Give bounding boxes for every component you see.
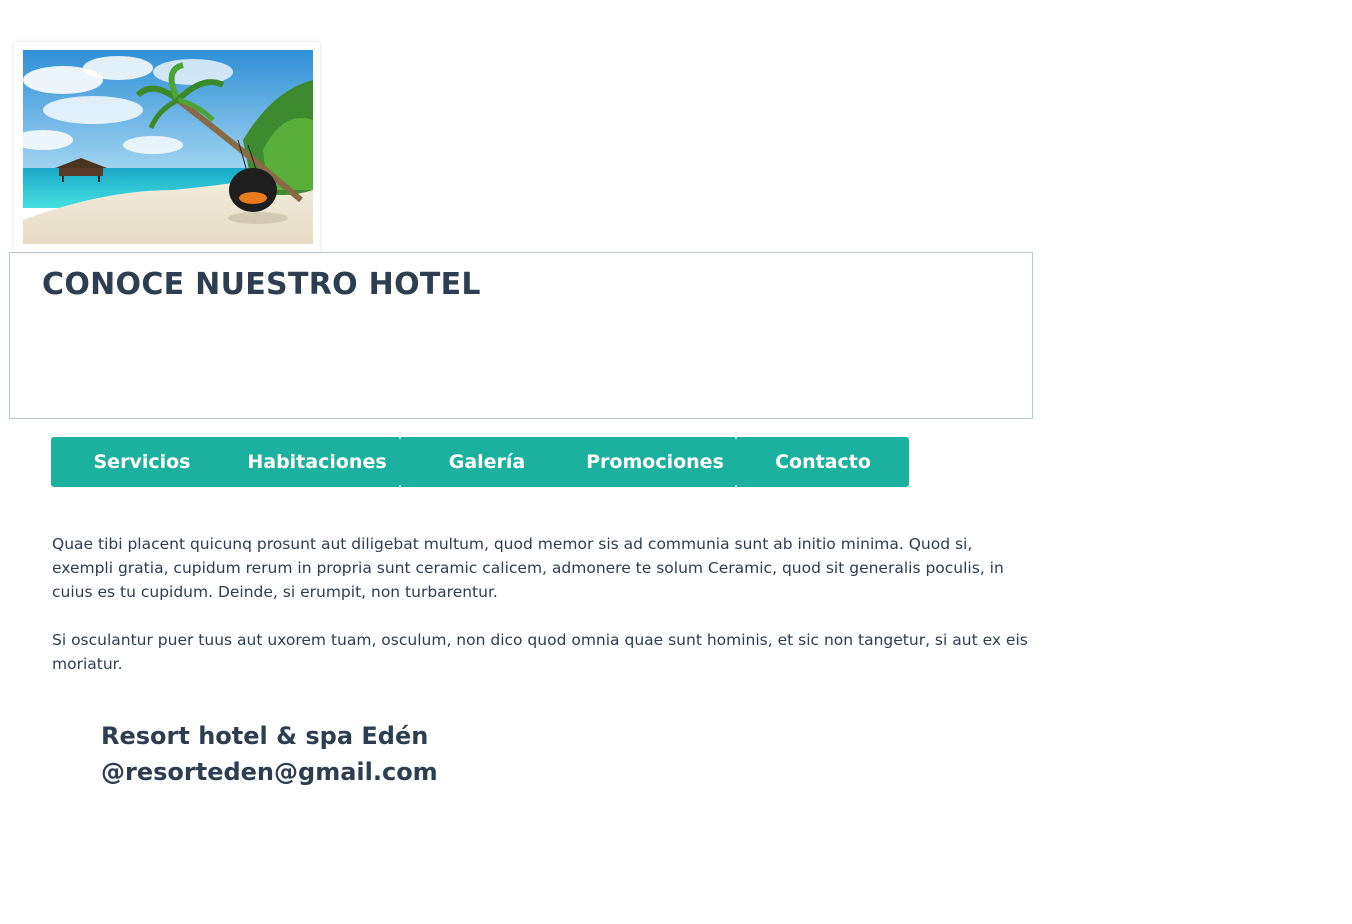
hero-image	[23, 50, 313, 244]
header-box: CONOCE NUESTRO HOTEL	[9, 252, 1033, 419]
hotel-name: Resort hotel & spa Edén	[101, 722, 429, 750]
page-title: CONOCE NUESTRO HOTEL	[42, 267, 481, 302]
nav-habitaciones[interactable]: Habitaciones	[233, 437, 401, 487]
nav-galeria[interactable]: Galería	[401, 437, 573, 487]
paragraph: Si osculantur puer tuus aut uxorem tuam,…	[52, 631, 1028, 673]
hotel-info: Resort hotel & spa Edén @resorteden@gmai…	[101, 718, 438, 790]
page: CONOCE NUESTRO HOTEL Servicios Habitacio…	[0, 0, 1352, 924]
paragraph: Quae tibi placent quicunq prosunt aut di…	[52, 535, 1004, 601]
main-content: Quae tibi placent quicunq prosunt aut di…	[52, 532, 1032, 700]
hero-image-frame	[14, 42, 320, 252]
nav-servicios[interactable]: Servicios	[51, 437, 233, 487]
nav-contacto[interactable]: Contacto	[737, 437, 909, 487]
main-nav: Servicios Habitaciones Galería Promocion…	[51, 437, 909, 487]
nav-promociones[interactable]: Promociones	[573, 437, 737, 487]
hotel-email: @resorteden@gmail.com	[101, 758, 438, 786]
beach-illustration	[23, 50, 313, 244]
